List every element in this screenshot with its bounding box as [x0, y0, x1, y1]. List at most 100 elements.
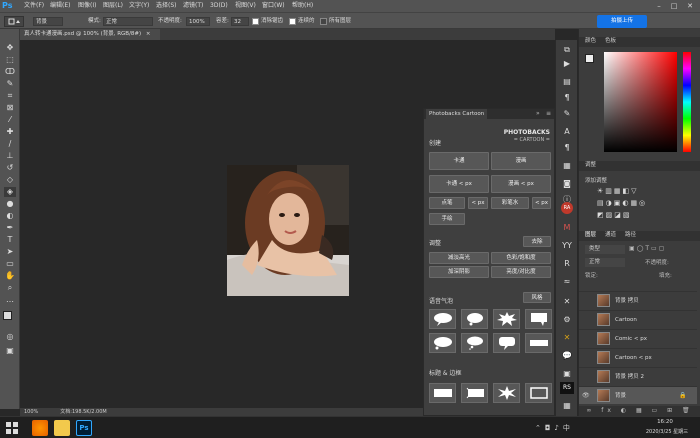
m-plugin-icon[interactable]: M	[560, 222, 574, 234]
tools-plugin-icon[interactable]: ✕	[560, 332, 574, 344]
layer-filter-icons[interactable]: ▣◯T▭▢	[629, 245, 666, 252]
opacity-input[interactable]: 100%	[186, 17, 210, 26]
adjustment-icons-row3[interactable]: ◩▨◪▧	[597, 211, 631, 219]
photoshop-taskbar-icon[interactable]: Ps	[76, 420, 92, 436]
menu-layer[interactable]: 图层(L)	[103, 0, 123, 12]
path-select-tool-icon[interactable]: ➤	[4, 247, 16, 257]
blend-mode-select[interactable]: 正常	[585, 258, 625, 267]
color-foreground-swatch[interactable]	[585, 54, 594, 63]
fill-source-select[interactable]: 背景	[33, 17, 63, 26]
dodge-highlights-button[interactable]: 减淡高光	[429, 252, 489, 264]
layer-row[interactable]: Cartoon < px	[579, 348, 697, 366]
title-banner-button[interactable]	[429, 383, 456, 403]
layer-row[interactable]: 背景 拷贝	[579, 291, 697, 309]
panel-collapse-icon[interactable]: »	[536, 109, 540, 119]
antialias-checkbox[interactable]	[252, 18, 259, 25]
watercolor-px-button[interactable]: < px	[532, 197, 551, 209]
burn-shadows-button[interactable]: 加深阴影	[429, 266, 489, 278]
photo-plugin-icon[interactable]: ▣	[560, 368, 574, 380]
document-tab[interactable]: 真人转卡通漫画.psd @ 100% (背景, RGB/8#) ×	[20, 29, 160, 40]
close-window-button[interactable]: ✕	[683, 0, 697, 12]
speech-bubble-oval-button[interactable]	[429, 309, 456, 329]
tab-layers[interactable]: 图层	[585, 231, 596, 240]
tolerance-input[interactable]: 32	[231, 17, 249, 26]
pen-px-button[interactable]: < px	[468, 197, 488, 209]
brush-tool-icon[interactable]: ∕	[4, 139, 16, 149]
caption-box-button[interactable]	[525, 333, 552, 353]
speech-bubble-burst-button[interactable]	[493, 309, 520, 329]
speech-bubble-rect-button[interactable]	[525, 309, 552, 329]
close-tab-icon[interactable]: ×	[146, 31, 151, 37]
menu-file[interactable]: 文件(F)	[24, 0, 44, 12]
more-tools-icon[interactable]: …	[4, 295, 16, 305]
healing-brush-tool-icon[interactable]: ✚	[4, 127, 16, 137]
canvas-area[interactable]	[20, 40, 423, 408]
clone-stamp-tool-icon[interactable]: ⊥	[4, 151, 16, 161]
properties-panel-icon[interactable]: ▤	[560, 76, 574, 88]
menu-type[interactable]: 文字(Y)	[129, 0, 149, 12]
menu-image[interactable]: 图像(I)	[78, 0, 96, 12]
cartoon-panel-tab[interactable]: Photobacks Cartoon	[426, 109, 488, 119]
panel-menu-icon[interactable]: ≡	[546, 109, 551, 119]
layer-row[interactable]: Cartoon	[579, 310, 697, 328]
firefox-taskbar-icon[interactable]	[32, 420, 48, 436]
ra-plugin-icon[interactable]: RA	[561, 202, 573, 214]
chat-plugin-icon[interactable]: 💬	[560, 350, 574, 362]
type-tool-icon[interactable]: T	[4, 235, 16, 245]
paragraph-panel-icon[interactable]: ¶	[560, 92, 574, 104]
zoom-tool-icon[interactable]: ⌕	[4, 283, 16, 293]
adjustment-icons-row2[interactable]: ▤◑▣◐▦◎	[597, 199, 647, 207]
menu-window[interactable]: 窗口(W)	[262, 0, 285, 12]
layer-kind-filter[interactable]: 类型	[585, 245, 625, 254]
all-layers-checkbox[interactable]	[320, 18, 327, 25]
cross-plugin-icon[interactable]: ✕	[560, 296, 574, 308]
visibility-eye-icon[interactable]: 👁	[582, 387, 590, 405]
layer-row[interactable]: 背景 拷贝 2	[579, 367, 697, 385]
mode-select[interactable]: 正常	[103, 17, 153, 26]
shape-tool-icon[interactable]: ▭	[4, 259, 16, 269]
menu-edit[interactable]: 编辑(E)	[50, 0, 70, 12]
zoom-level[interactable]: 100%	[24, 408, 38, 416]
style-button[interactable]: 风格	[523, 292, 551, 303]
file-explorer-taskbar-icon[interactable]	[54, 420, 70, 436]
system-tray-icons[interactable]: ⌃◘♪中	[535, 423, 574, 433]
pen-tool-icon[interactable]: ✒	[4, 223, 16, 233]
contiguous-checkbox[interactable]	[289, 18, 296, 25]
windows-start-icon[interactable]	[5, 421, 19, 435]
frame-tool-icon[interactable]: ⊠	[4, 103, 16, 113]
dodge-tool-icon[interactable]: ◐	[4, 211, 16, 221]
settings-plugin-icon[interactable]: ⚙	[560, 314, 574, 326]
layers-footer-icons[interactable]: ∞ fx ◐ ▦ ▭ ⊞ 🗑	[579, 406, 700, 416]
color-picker-field[interactable]	[604, 52, 677, 152]
screen-mode-icon[interactable]: ▣	[4, 346, 16, 356]
thought-bubble-cloud-button[interactable]	[429, 333, 456, 353]
glyphs-panel-icon[interactable]: ¶	[560, 142, 574, 154]
speech-bubble-round-button[interactable]	[461, 309, 488, 329]
menu-view[interactable]: 视图(V)	[235, 0, 256, 12]
hand-draw-button[interactable]: 手绘	[429, 213, 465, 225]
tab-channels[interactable]: 通道	[605, 231, 616, 240]
menu-3d[interactable]: 3D(D)	[210, 0, 228, 12]
hue-saturation-button[interactable]: 色彩/饱和度	[491, 252, 551, 264]
history-panel-icon[interactable]: ⧉	[560, 44, 574, 56]
cartoon-button[interactable]: 卡通	[429, 152, 489, 170]
comic-px-button[interactable]: 漫画 < px	[491, 175, 551, 193]
minimize-button[interactable]: –	[652, 0, 666, 12]
hand-tool-icon[interactable]: ✋	[4, 271, 16, 281]
swirl-plugin-icon[interactable]: ≈	[560, 276, 574, 288]
tab-swatches[interactable]: 色板	[605, 37, 616, 46]
character-panel-icon[interactable]: A	[560, 126, 574, 138]
tool-preset-picker[interactable]	[4, 16, 24, 27]
eraser-tool-icon[interactable]: ◇	[4, 175, 16, 185]
menu-filter[interactable]: 滤镜(T)	[183, 0, 203, 12]
share-upload-button[interactable]: 拍摄上传	[597, 15, 647, 28]
grid-plugin-icon[interactable]: ▦	[560, 400, 574, 412]
actions-panel-icon[interactable]: ▶	[560, 58, 574, 70]
cartoon-px-button[interactable]: 卡通 < px	[429, 175, 489, 193]
blur-tool-icon[interactable]: ●	[4, 199, 16, 209]
pen-button[interactable]: 点笔	[429, 197, 465, 209]
foreground-color-swatch[interactable]	[3, 311, 12, 320]
layer-row[interactable]: Comic < px	[579, 329, 697, 347]
quick-select-tool-icon[interactable]: ✎	[4, 79, 16, 89]
thought-bubble-button[interactable]	[461, 333, 488, 353]
